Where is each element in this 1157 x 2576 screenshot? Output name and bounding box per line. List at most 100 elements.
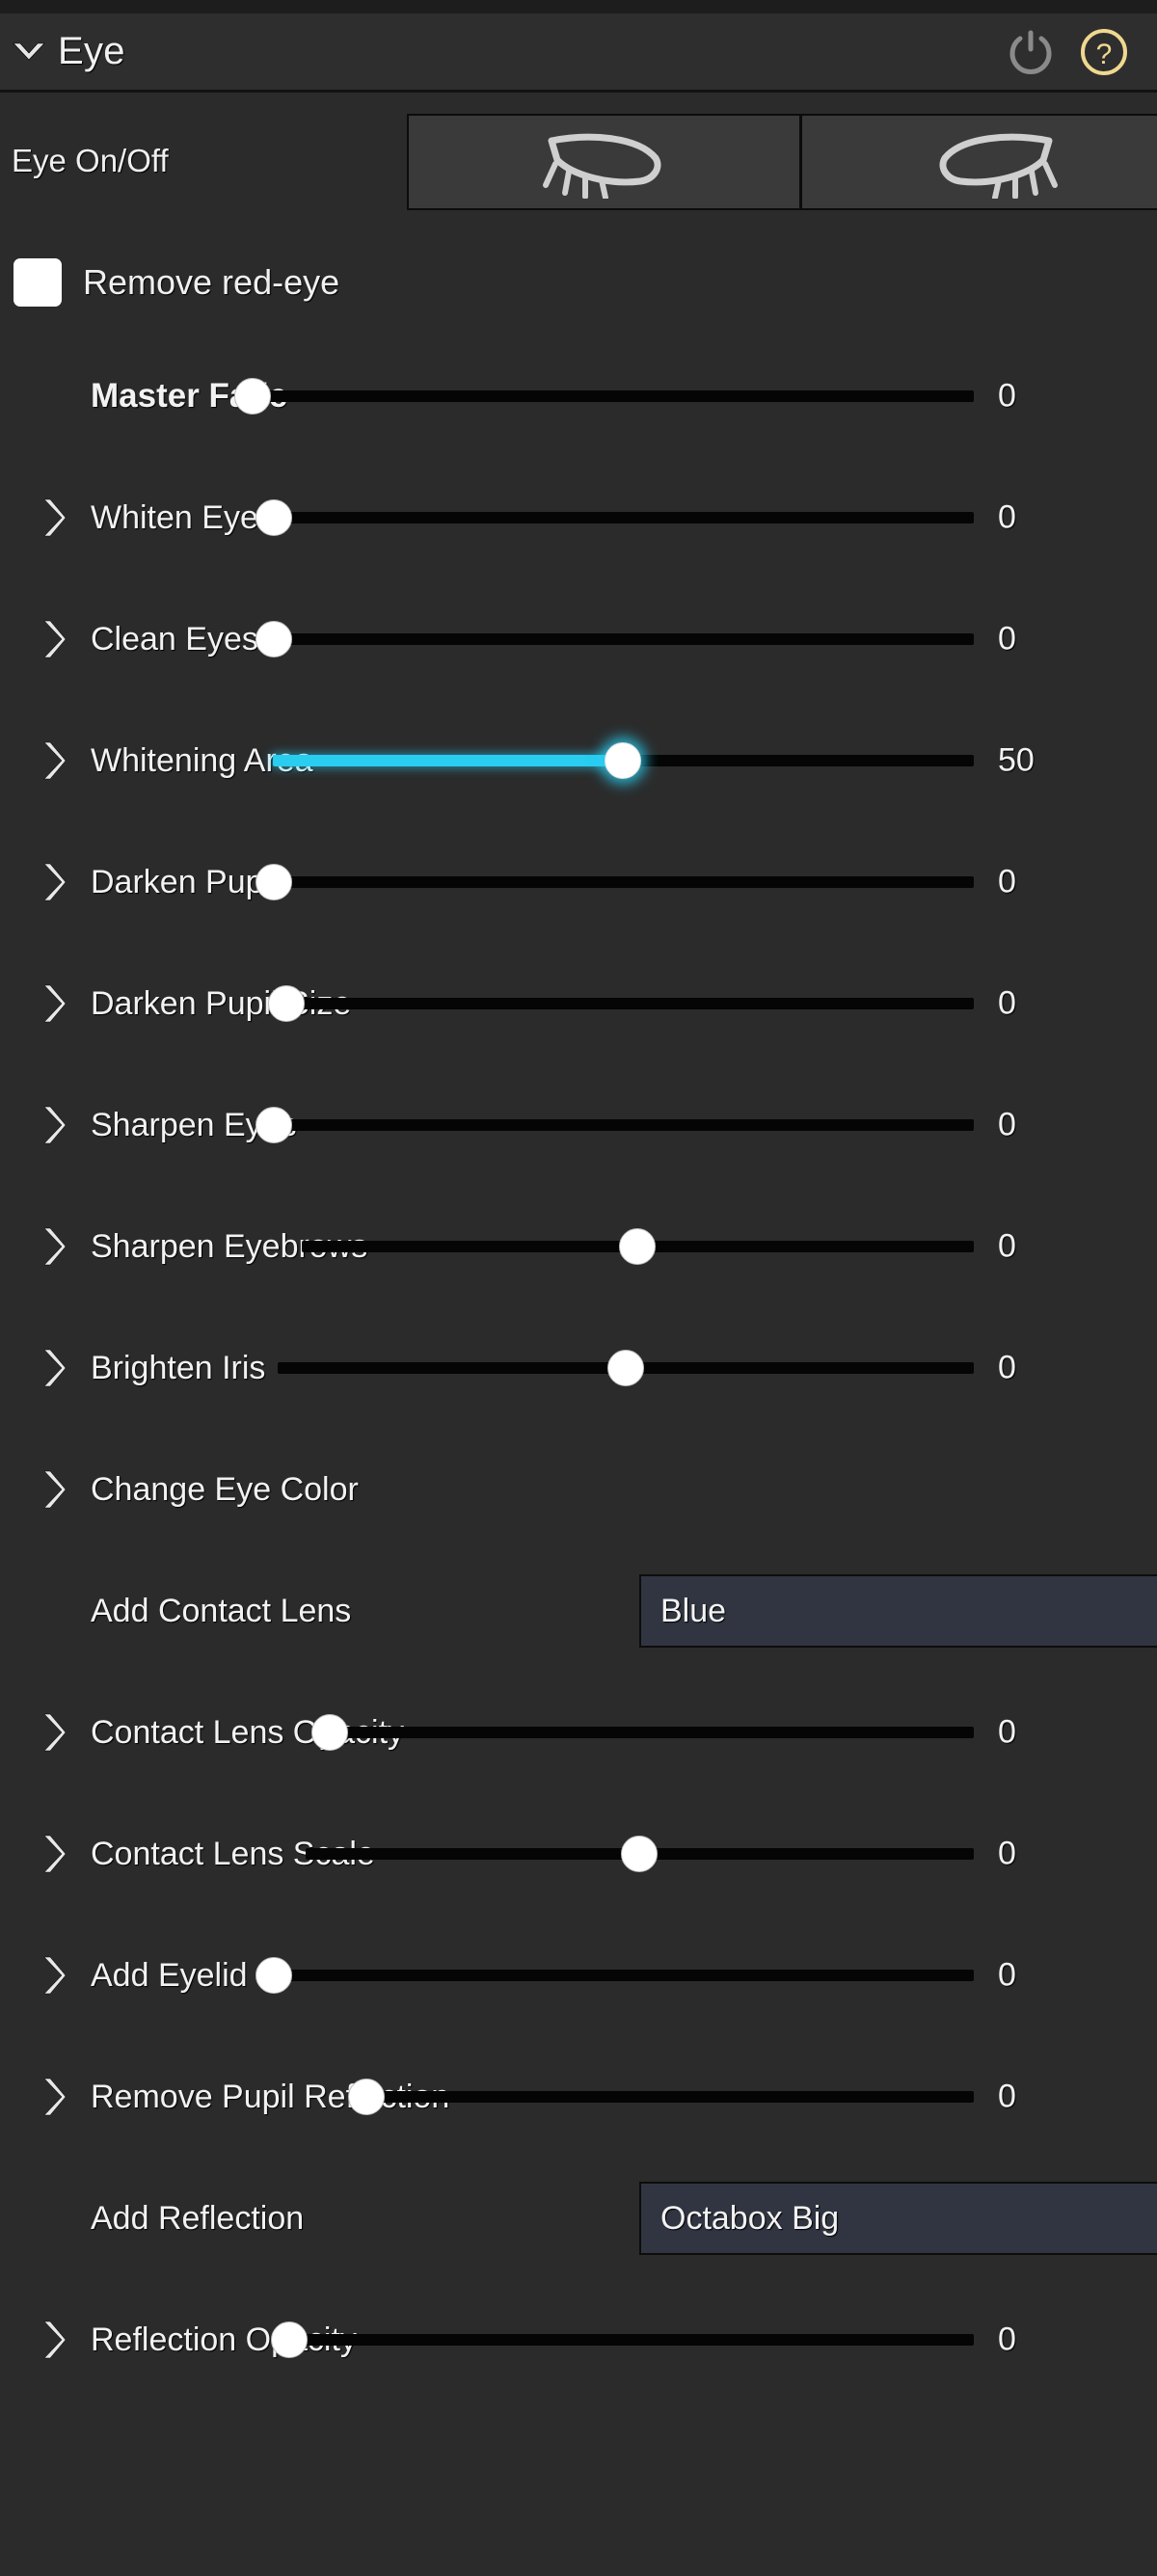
slider-track[interactable] bbox=[273, 742, 974, 779]
control-label: Darken Pupil bbox=[91, 863, 279, 900]
control-slider[interactable] bbox=[278, 1307, 974, 1429]
slider-handle[interactable] bbox=[256, 864, 292, 900]
chevron-right-icon[interactable] bbox=[31, 860, 75, 904]
chevron-right-icon[interactable] bbox=[31, 1832, 75, 1876]
eye-right-icon bbox=[939, 133, 1058, 199]
slider-track[interactable] bbox=[256, 864, 974, 900]
slider-handle[interactable] bbox=[311, 1714, 348, 1751]
slider-track[interactable] bbox=[278, 1350, 974, 1386]
slider-handle[interactable] bbox=[607, 1350, 644, 1386]
control-slider[interactable] bbox=[271, 2279, 974, 2401]
control-row: Contact Lens Scale 0 bbox=[0, 1793, 1157, 1915]
chevron-right-icon[interactable] bbox=[31, 1224, 75, 1269]
right-eye-toggle[interactable] bbox=[799, 116, 1157, 208]
slider-track[interactable] bbox=[348, 2079, 974, 2115]
control-label: Whiten Eyes bbox=[91, 498, 275, 536]
add-contact-lens-row: Add Contact Lens Blue bbox=[0, 1550, 1157, 1672]
control-value: 0 bbox=[998, 2078, 1016, 2115]
slider-handle[interactable] bbox=[256, 621, 292, 657]
slider-handle[interactable] bbox=[234, 378, 271, 415]
control-label: Clean Eyes bbox=[91, 620, 258, 657]
slider-track[interactable] bbox=[256, 621, 974, 657]
control-value: 0 bbox=[998, 377, 1016, 415]
slider-handle[interactable] bbox=[605, 742, 641, 779]
chevron-right-icon[interactable] bbox=[31, 1103, 75, 1147]
chevron-right-icon[interactable] bbox=[31, 1346, 75, 1390]
chevron-right-icon[interactable] bbox=[31, 738, 75, 783]
chevron-down-icon[interactable] bbox=[10, 33, 48, 71]
control-slider[interactable] bbox=[273, 700, 974, 821]
control-slider[interactable] bbox=[348, 2036, 974, 2158]
slider-track[interactable] bbox=[311, 1714, 974, 1751]
control-row: Sharpen Eyebrows 0 bbox=[0, 1186, 1157, 1307]
slider-track[interactable] bbox=[234, 378, 974, 415]
chevron-right-icon[interactable] bbox=[31, 496, 75, 540]
control-row: Sharpen Eyes 0 bbox=[0, 1064, 1157, 1186]
control-row: Darken Pupil 0 bbox=[0, 821, 1157, 943]
control-value: 0 bbox=[998, 1713, 1016, 1751]
control-slider[interactable] bbox=[256, 578, 974, 700]
control-value: 0 bbox=[998, 1106, 1016, 1143]
add-reflection-row: Add Reflection Octabox Big bbox=[0, 2158, 1157, 2279]
control-slider[interactable] bbox=[256, 1915, 974, 2036]
control-slider[interactable] bbox=[256, 457, 974, 578]
control-value: 0 bbox=[998, 1835, 1016, 1872]
control-row: Master Fade 0 bbox=[0, 335, 1157, 457]
control-label: Change Eye Color bbox=[91, 1470, 359, 1508]
slider-handle[interactable] bbox=[621, 1836, 658, 1872]
remove-red-eye-row[interactable]: Remove red-eye bbox=[0, 229, 1157, 335]
left-eye-toggle[interactable] bbox=[409, 116, 799, 208]
control-row: Remove Pupil Reflection 0 bbox=[0, 2036, 1157, 2158]
slider-track[interactable] bbox=[306, 1836, 974, 1872]
add-reflection-value: Octabox Big bbox=[660, 2199, 840, 2237]
remove-red-eye-checkbox[interactable] bbox=[13, 258, 62, 307]
chevron-right-icon[interactable] bbox=[31, 1710, 75, 1755]
eye-on-off-button-group bbox=[407, 114, 1157, 210]
control-slider[interactable] bbox=[256, 821, 974, 943]
slider-track[interactable] bbox=[268, 985, 974, 1022]
slider-track[interactable] bbox=[256, 1957, 974, 1994]
slider-handle[interactable] bbox=[268, 985, 305, 1022]
control-value: 0 bbox=[998, 498, 1016, 536]
control-slider[interactable] bbox=[302, 1186, 974, 1307]
control-value: 50 bbox=[998, 741, 1035, 779]
control-slider[interactable] bbox=[234, 335, 974, 457]
control-row: Brighten Iris 0 bbox=[0, 1307, 1157, 1429]
control-slider[interactable] bbox=[311, 1672, 974, 1793]
slider-handle[interactable] bbox=[619, 1228, 656, 1265]
eye-on-off-label: Eye On/Off bbox=[12, 143, 169, 178]
control-row: Clean Eyes 0 bbox=[0, 578, 1157, 700]
control-label: Add Eyelid bbox=[91, 1956, 248, 1994]
slider-track[interactable] bbox=[302, 1228, 974, 1265]
control-value: 0 bbox=[998, 984, 1016, 1022]
slider-handle[interactable] bbox=[271, 2321, 308, 2358]
control-row: Whiten Eyes 0 bbox=[0, 457, 1157, 578]
add-reflection-select[interactable]: Octabox Big bbox=[639, 2182, 1157, 2255]
slider-track[interactable] bbox=[271, 2321, 974, 2358]
chevron-right-icon[interactable] bbox=[31, 2318, 75, 2362]
slider-handle[interactable] bbox=[348, 2079, 385, 2115]
slider-track[interactable] bbox=[256, 1107, 974, 1143]
slider-handle[interactable] bbox=[256, 499, 292, 536]
slider-track[interactable] bbox=[256, 499, 974, 536]
chevron-right-icon[interactable] bbox=[31, 1467, 75, 1512]
eye-left-icon bbox=[542, 133, 660, 199]
chevron-right-icon[interactable] bbox=[31, 2075, 75, 2119]
control-row: Whitening Area 50 bbox=[0, 700, 1157, 821]
control-row: Contact Lens Opacity 0 bbox=[0, 1672, 1157, 1793]
chevron-right-icon[interactable] bbox=[31, 981, 75, 1026]
slider-handle[interactable] bbox=[256, 1957, 292, 1994]
control-slider[interactable] bbox=[306, 1793, 974, 1915]
control-value: 0 bbox=[998, 2321, 1016, 2358]
chevron-right-icon[interactable] bbox=[31, 617, 75, 661]
add-contact-lens-label: Add Contact Lens bbox=[91, 1592, 352, 1629]
help-question-icon[interactable]: ? bbox=[1076, 24, 1132, 80]
eye-controls-group-1: Master Fade 0 Whiten Eyes 0 Clean Eyes 0 White… bbox=[0, 335, 1157, 1550]
slider-handle[interactable] bbox=[256, 1107, 292, 1143]
control-slider[interactable] bbox=[256, 1064, 974, 1186]
add-contact-lens-select[interactable]: Blue bbox=[639, 1574, 1157, 1648]
chevron-right-icon[interactable] bbox=[31, 1953, 75, 1998]
control-slider[interactable] bbox=[268, 943, 974, 1064]
add-contact-lens-value: Blue bbox=[660, 1592, 727, 1629]
power-icon[interactable] bbox=[1003, 24, 1059, 80]
